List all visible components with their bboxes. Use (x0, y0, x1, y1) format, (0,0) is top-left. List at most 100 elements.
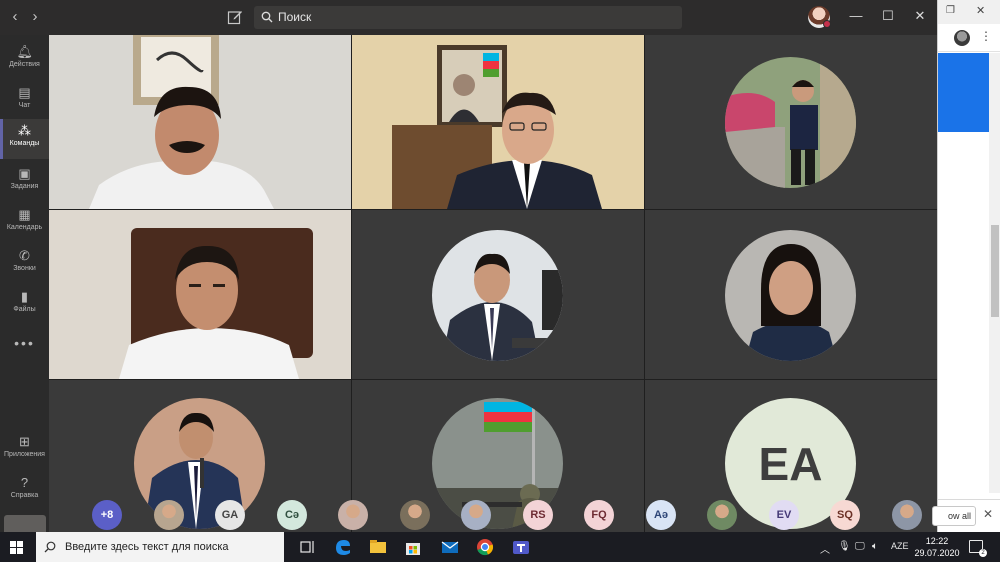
browser-toolbar: ⋮ (938, 24, 1000, 52)
taskbar-search-icon (44, 541, 56, 553)
close-icon[interactable]: ✕ (910, 8, 930, 24)
phone-icon: ✆ (19, 248, 30, 263)
participant-avatar-3 (725, 57, 856, 188)
taskbar-search-placeholder: Введите здесь текст для поиска (65, 541, 229, 553)
search-icon (261, 11, 273, 23)
rail-item-assignments[interactable]: ▣ Задания (0, 162, 49, 202)
device-settings-icon[interactable] (4, 515, 46, 532)
video-tile-3[interactable] (645, 35, 937, 209)
rail-item-teams[interactable]: ⁂ Команды (0, 119, 49, 159)
more-participants-badge[interactable]: +8 (92, 500, 122, 530)
participant-photo-avatar[interactable] (400, 500, 430, 530)
video-tile-5[interactable] (352, 210, 644, 379)
more-apps-icon[interactable]: ••• (0, 335, 49, 351)
participant-initials-avatar[interactable]: RS (523, 500, 553, 530)
rail-item-files[interactable]: ▮ Файлы (0, 285, 49, 325)
browser-window: ❐ ✕ ⋮ ow all ✕ (932, 0, 1000, 532)
participant-initials-avatar[interactable]: GA (215, 500, 245, 530)
maximize-icon[interactable]: ☐ (878, 8, 898, 24)
edge-icon[interactable] (333, 537, 353, 557)
browser-page-banner (938, 53, 989, 132)
notification-badge: 2 (979, 549, 987, 557)
participant-photo-avatar[interactable] (707, 500, 737, 530)
participant-video-2 (352, 35, 644, 209)
store-icon[interactable] (403, 537, 423, 557)
chrome-icon[interactable] (475, 537, 495, 557)
tray-expand-icon[interactable]: ︿ (820, 541, 830, 556)
minimize-icon[interactable]: — (846, 8, 866, 23)
video-tile-6[interactable] (645, 210, 937, 379)
rail-label: Команды (9, 140, 40, 147)
participant-initials-avatar[interactable]: SQ (830, 500, 860, 530)
rail-label: Звонки (13, 265, 36, 272)
network-icon[interactable]: 🖵︎ (855, 541, 865, 552)
task-view-icon[interactable] (298, 537, 318, 557)
search-placeholder: Поиск (278, 10, 312, 24)
participant-initials-avatar[interactable]: EV (769, 500, 799, 530)
rail-item-calendar[interactable]: ▦ Календарь (0, 203, 49, 243)
scrollbar[interactable] (989, 53, 1000, 493)
windows-taskbar: Введите здесь текст для поиска ︿ 🎙︎ 🖵︎ 🔈… (0, 532, 1000, 562)
participant-avatar-5 (432, 230, 563, 361)
rail-item-chat[interactable]: ▤ Чат (0, 81, 49, 121)
file-explorer-icon[interactable] (368, 537, 388, 557)
participant-initials-avatar[interactable]: FQ (584, 500, 614, 530)
back-arrow-icon[interactable]: ‹ (7, 8, 23, 25)
forward-arrow-icon[interactable]: › (27, 8, 43, 25)
bell-icon: 🔔︎ (16, 44, 34, 59)
video-tile-4[interactable] (49, 210, 351, 379)
browser-close-icon[interactable]: ✕ (976, 4, 985, 17)
download-bar-close-icon[interactable]: ✕ (983, 507, 993, 521)
clock[interactable]: 12:22 29.07.2020 (912, 535, 962, 559)
participant-photo-avatar[interactable] (892, 500, 922, 530)
rail-item-help[interactable]: ? Справка (0, 471, 49, 511)
scrollbar-thumb[interactable] (991, 225, 999, 317)
video-tile-1[interactable] (49, 35, 351, 209)
participant-photo-avatar[interactable] (338, 500, 368, 530)
rail-label: Действия (9, 61, 40, 68)
participant-avatar-7 (134, 398, 265, 529)
more-menu-icon[interactable]: ⋮ (980, 29, 992, 43)
rail-item-apps[interactable]: ⊞ Приложения (0, 430, 49, 470)
rail-label: Задания (10, 183, 39, 190)
windows-start-icon[interactable] (10, 541, 23, 554)
rail-label: Календарь (6, 224, 43, 231)
video-tile-2[interactable] (352, 35, 644, 209)
chat-icon: ▤ (18, 85, 31, 100)
restore-icon[interactable]: ❐ (946, 5, 955, 16)
compose-icon[interactable] (227, 9, 243, 25)
meeting-stage: EA (49, 35, 937, 532)
participant-video-1 (49, 35, 351, 209)
rail-label: Файлы (13, 306, 36, 313)
search-input[interactable]: Поиск (254, 6, 682, 29)
clock-date: 29.07.2020 (914, 548, 960, 558)
rail-item-calls[interactable]: ✆ Звонки (0, 244, 49, 284)
volume-icon[interactable]: 🔈︎ (872, 541, 878, 552)
participant-initials-avatar[interactable]: Aə (646, 500, 676, 530)
show-all-button[interactable]: ow all (932, 506, 976, 526)
participant-video-4 (49, 210, 351, 379)
title-bar: ‹ › Поиск — ☐ ✕ (0, 0, 937, 35)
assignments-icon: ▣ (18, 166, 31, 181)
app-rail: 🔔︎ Действия ▤ Чат ⁂ Команды ▣ Задания ▦ … (0, 35, 49, 532)
profile-avatar[interactable] (954, 30, 970, 46)
clock-time: 12:22 (925, 536, 949, 546)
language-indicator[interactable]: AZE (891, 541, 909, 551)
participant-initials-avatar[interactable]: Cə (277, 500, 307, 530)
teams-taskbar-icon[interactable] (511, 537, 531, 557)
help-icon: ? (20, 475, 29, 490)
teams-icon: ⁂ (18, 123, 31, 138)
rail-label: Справка (10, 492, 39, 499)
taskbar-search-input[interactable]: Введите здесь текст для поиска (36, 532, 284, 562)
apps-icon: ⊞ (19, 434, 30, 449)
rail-item-activity[interactable]: 🔔︎ Действия (0, 40, 49, 80)
files-icon: ▮ (20, 289, 29, 304)
mail-icon[interactable] (440, 537, 460, 557)
participant-photo-avatar[interactable] (154, 500, 184, 530)
status-busy-indicator (823, 20, 831, 28)
participant-photo-avatar[interactable] (461, 500, 491, 530)
rail-label: Чат (18, 102, 31, 109)
microphone-icon[interactable]: 🎙︎ (838, 541, 851, 552)
participant-avatar-6 (725, 230, 856, 361)
browser-title-bar: ❐ ✕ (938, 0, 1000, 24)
